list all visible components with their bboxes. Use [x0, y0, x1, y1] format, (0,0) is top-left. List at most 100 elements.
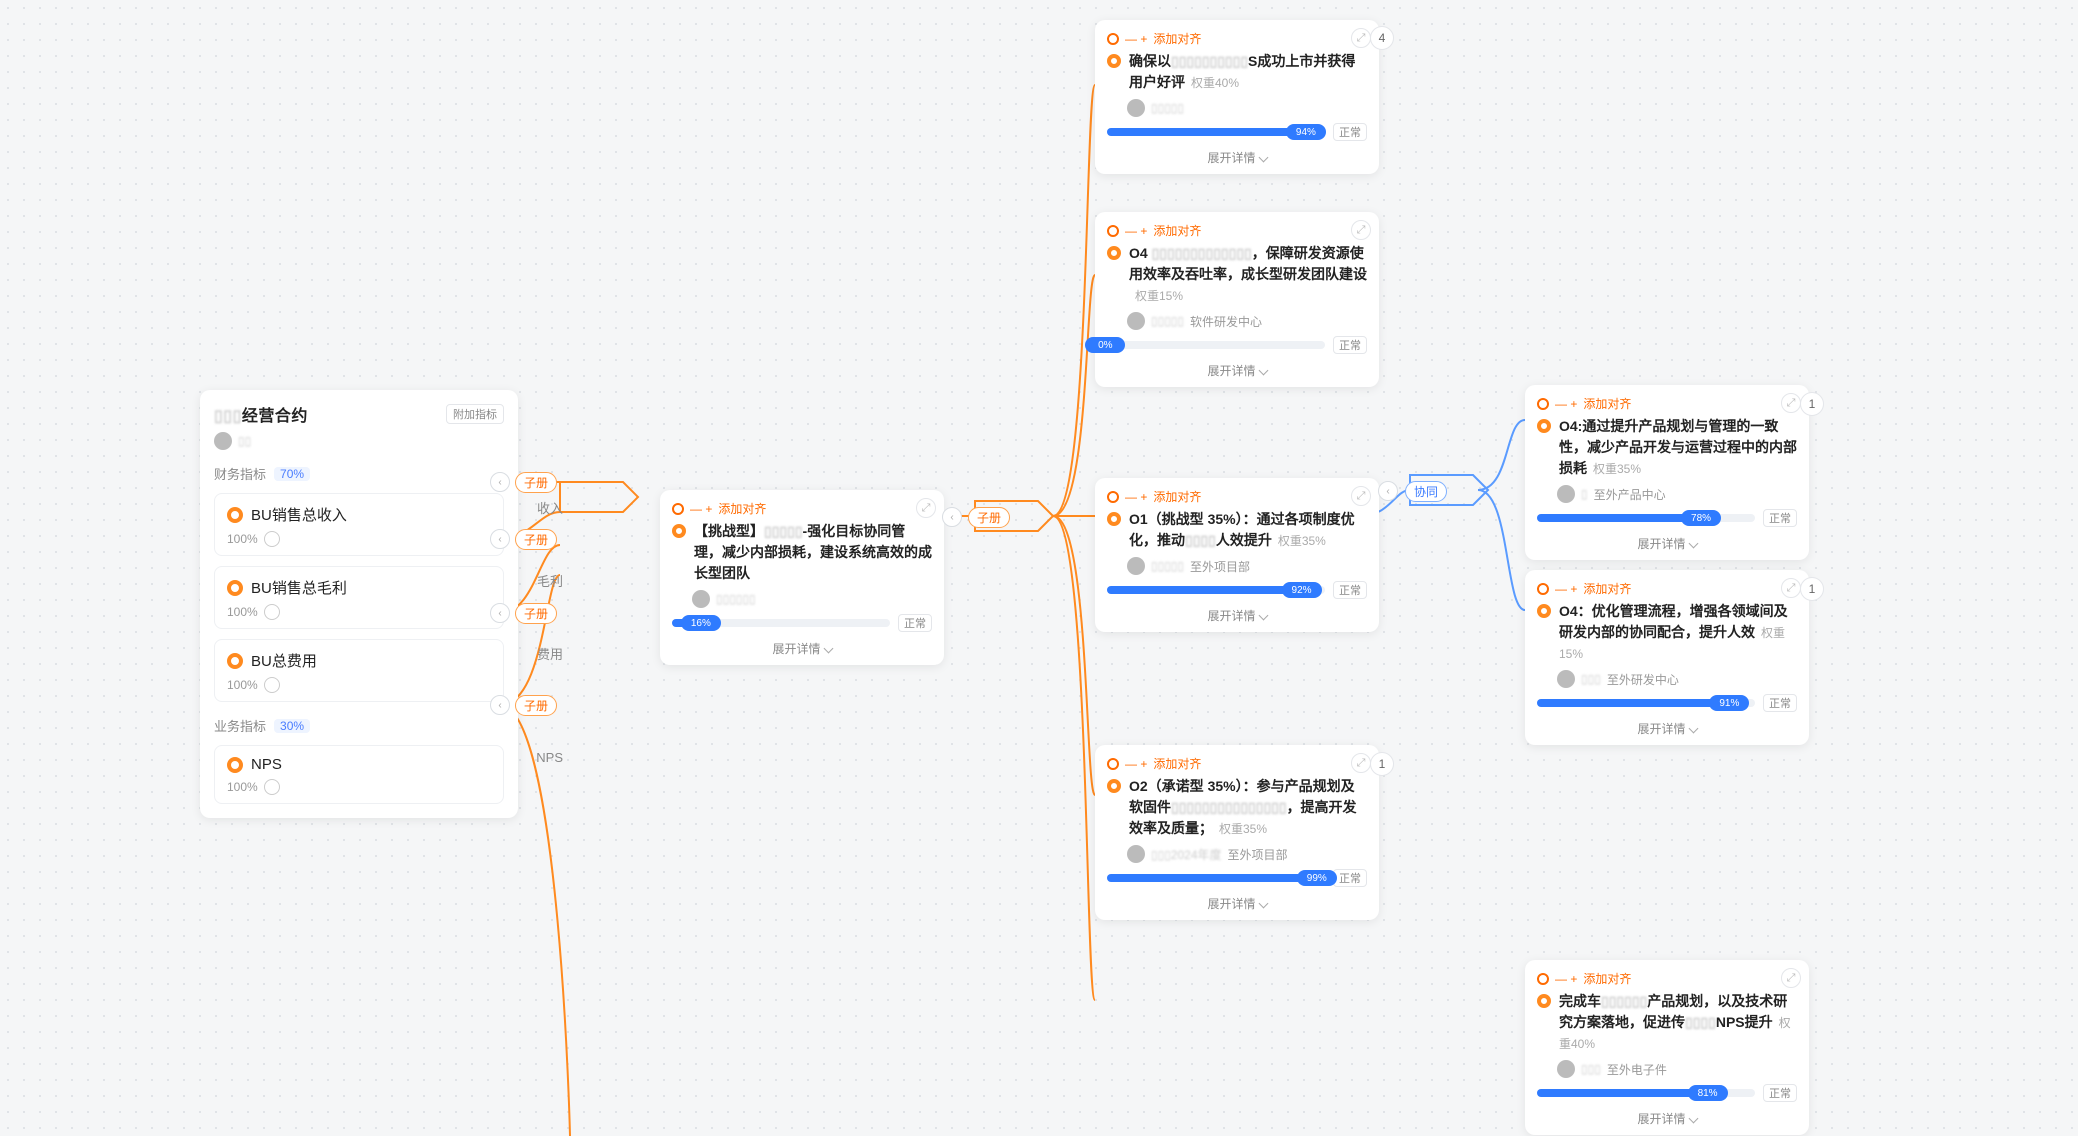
metric-pct: 100%: [227, 678, 258, 692]
chevron-down-icon: [1258, 366, 1268, 376]
detail-icon[interactable]: [264, 531, 280, 547]
progress-bar[interactable]: 92%: [1107, 586, 1325, 594]
okr-hub-card[interactable]: ⤢ — +添加对齐 【挑战型】▯▯▯▯▯-强化目标协同管理，减少内部损耗，建设系…: [660, 490, 944, 665]
detail-icon[interactable]: [264, 604, 280, 620]
okr-owner: ▯▯▯2024年度至外项目部: [1127, 845, 1367, 863]
status-badge: 正常: [1763, 509, 1797, 527]
expand-toggle[interactable]: 展开详情: [1107, 895, 1367, 912]
metric-pct: 100%: [227, 532, 258, 546]
progress-knob[interactable]: 0%: [1085, 337, 1125, 353]
zoom-icon[interactable]: ⤢: [916, 498, 936, 518]
progress-knob[interactable]: 91%: [1709, 695, 1749, 711]
child-count-pill[interactable]: 1: [1370, 752, 1394, 776]
progress-knob[interactable]: 78%: [1681, 510, 1721, 526]
add-align-link[interactable]: — +添加对齐: [1537, 970, 1797, 987]
progress-bar[interactable]: 78%: [1537, 514, 1755, 522]
add-align-link[interactable]: — +添加对齐: [1537, 395, 1797, 412]
okr-card[interactable]: ⤢ — +添加对齐 确保以▯▯▯▯▯▯▯▯▯▯S成功上市并获得用户好评权重40%…: [1095, 20, 1379, 174]
expand-toggle[interactable]: 展开详情: [1537, 720, 1797, 737]
link-chip-hand[interactable]: 子册: [515, 472, 557, 493]
metric-row[interactable]: 费用 BU总费用 100%: [214, 639, 504, 702]
link-chip-hand[interactable]: 子册: [515, 603, 557, 624]
okr-card[interactable]: ⤢ — +添加对齐 O4 ▯▯▯▯▯▯▯▯▯▯▯▯▯，保障研发资源使用效率及吞吐…: [1095, 212, 1379, 387]
detail-icon[interactable]: [264, 677, 280, 693]
metric-side-label: 费用: [537, 644, 563, 663]
okr-title: O4:通过提升产品规划与管理的一致性，减少产品开发与运营过程中的内部损耗权重35…: [1559, 416, 1797, 479]
collapse-toggle[interactable]: ‹: [942, 507, 962, 527]
root-tag[interactable]: 附加指标: [446, 404, 504, 424]
status-badge: 正常: [1333, 581, 1367, 599]
collapse-toggle[interactable]: ‹: [490, 695, 510, 715]
chevron-down-icon: [1688, 539, 1698, 549]
zoom-icon[interactable]: ⤢: [1781, 393, 1801, 413]
add-align-link[interactable]: — +添加对齐: [1107, 222, 1367, 239]
link-chip-hand[interactable]: 子册: [515, 695, 557, 716]
okr-owner: ▯▯▯▯▯: [1127, 99, 1367, 117]
progress-bar[interactable]: 91%: [1537, 699, 1755, 707]
add-align-link[interactable]: — +添加对齐: [1107, 488, 1367, 505]
ring-icon: [227, 580, 243, 596]
chevron-down-icon: [1258, 611, 1268, 621]
avatar-icon: [1127, 557, 1145, 575]
okr-title: 确保以▯▯▯▯▯▯▯▯▯▯S成功上市并获得用户好评权重40%: [1129, 51, 1367, 93]
add-align-link[interactable]: — +添加对齐: [1107, 755, 1367, 772]
progress-knob[interactable]: 99%: [1297, 870, 1337, 886]
progress-bar[interactable]: 16%: [672, 619, 890, 627]
detail-icon[interactable]: [264, 779, 280, 795]
okr-tree-canvas[interactable]: ▯▯▯经营合约 附加指标 ▯▯ 财务指标 70% 收入 BU销售总收入 100%…: [0, 0, 2078, 1136]
avatar-icon: [214, 432, 232, 450]
progress-knob[interactable]: 92%: [1282, 582, 1322, 598]
okr-card[interactable]: ⤢ — +添加对齐 O4：优化管理流程，增强各领域间及研发内部的协同配合，提升人…: [1525, 570, 1809, 745]
root-panel[interactable]: ▯▯▯经营合约 附加指标 ▯▯ 财务指标 70% 收入 BU销售总收入 100%…: [200, 390, 518, 818]
metric-row[interactable]: NPS NPS 100%: [214, 745, 504, 804]
zoom-icon[interactable]: ⤢: [1351, 486, 1371, 506]
progress-knob[interactable]: 94%: [1286, 124, 1326, 140]
expand-toggle[interactable]: 展开详情: [1107, 607, 1367, 624]
zoom-icon[interactable]: ⤢: [1351, 220, 1371, 240]
progress-knob[interactable]: 81%: [1688, 1085, 1728, 1101]
ring-icon: [1537, 994, 1551, 1008]
okr-card[interactable]: ⤢ — +添加对齐 O2（承诺型 35%）：参与产品规划及软固件▯▯▯▯▯▯▯▯…: [1095, 745, 1379, 920]
progress-row: 16% 正常: [672, 614, 932, 632]
okr-card[interactable]: ⤢ — +添加对齐 完成车▯▯▯▯▯▯产品规划，以及技术研究方案落地，促进传▯▯…: [1525, 960, 1809, 1135]
progress-bar[interactable]: 81%: [1537, 1089, 1755, 1097]
okr-card[interactable]: ⤢ — +添加对齐 O1（挑战型 35%）：通过各项制度优化，推动▯▯▯▯人效提…: [1095, 478, 1379, 632]
link-chip-hand[interactable]: 子册: [515, 529, 557, 550]
child-count-pill[interactable]: 4: [1370, 26, 1394, 50]
avatar-icon: [1557, 1060, 1575, 1078]
add-align-link[interactable]: — +添加对齐: [672, 500, 932, 517]
ring-icon: [227, 653, 243, 669]
add-align-link[interactable]: — +添加对齐: [1537, 580, 1797, 597]
add-align-link[interactable]: — +添加对齐: [1107, 30, 1367, 47]
metric-title: NPS: [251, 756, 282, 773]
collapse-toggle[interactable]: ‹: [490, 472, 510, 492]
collapse-toggle[interactable]: ‹: [490, 603, 510, 623]
expand-toggle[interactable]: 展开详情: [1537, 535, 1797, 552]
expand-toggle[interactable]: 展开详情: [1537, 1110, 1797, 1127]
child-count-pill[interactable]: 1: [1800, 392, 1824, 416]
okr-card[interactable]: ⤢ — +添加对齐 O4:通过提升产品规划与管理的一致性，减少产品开发与运营过程…: [1525, 385, 1809, 560]
zoom-icon[interactable]: ⤢: [1781, 968, 1801, 988]
link-chip-hand[interactable]: 子册: [968, 507, 1010, 528]
collapse-toggle[interactable]: ‹: [1378, 481, 1398, 501]
zoom-icon[interactable]: ⤢: [1351, 28, 1371, 48]
metric-row[interactable]: 收入 BU销售总收入 100%: [214, 493, 504, 556]
metric-side-label: 收入: [537, 498, 563, 517]
avatar-icon: [1557, 485, 1575, 503]
collapse-toggle[interactable]: ‹: [490, 529, 510, 549]
align-ring-icon: [1107, 225, 1119, 237]
metric-row[interactable]: 毛利 BU销售总毛利 100%: [214, 566, 504, 629]
progress-knob[interactable]: 16%: [681, 615, 721, 631]
expand-toggle[interactable]: 展开详情: [1107, 149, 1367, 166]
child-count-pill[interactable]: 1: [1800, 577, 1824, 601]
progress-bar[interactable]: 0%: [1107, 341, 1325, 349]
link-chip-coop[interactable]: 协同: [1405, 481, 1447, 502]
zoom-icon[interactable]: ⤢: [1781, 578, 1801, 598]
expand-toggle[interactable]: 展开详情: [1107, 362, 1367, 379]
okr-title: 【挑战型】▯▯▯▯▯-强化目标协同管理，减少内部损耗，建设系统高效的成长型团队: [694, 521, 932, 584]
expand-toggle[interactable]: 展开详情: [672, 640, 932, 657]
progress-bar[interactable]: 99%: [1107, 874, 1325, 882]
chevron-down-icon: [823, 644, 833, 654]
zoom-icon[interactable]: ⤢: [1351, 753, 1371, 773]
progress-bar[interactable]: 94%: [1107, 128, 1325, 136]
